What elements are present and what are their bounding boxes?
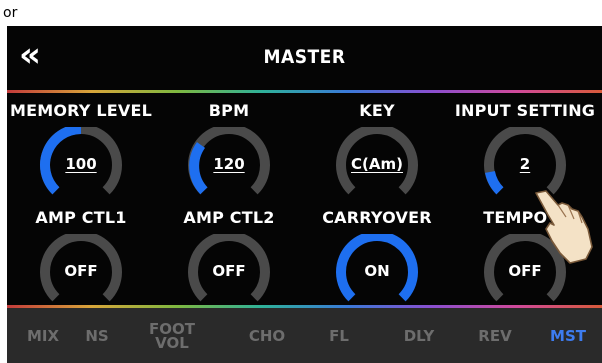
param-value: 2 — [519, 155, 531, 173]
param-value: 100 — [65, 155, 97, 173]
master-screen: « MASTER MEMORY LEVEL 100 BPM 120 KEY C(… — [7, 26, 602, 363]
rainbow-divider-top — [7, 90, 602, 93]
nav-item-dly[interactable]: DLY — [389, 308, 449, 363]
nav-item-rev[interactable]: REV — [465, 308, 525, 363]
param-label: AMP CTL2 — [183, 208, 275, 227]
param-memory-level[interactable]: MEMORY LEVEL 100 — [7, 101, 155, 209]
param-label: KEY — [359, 101, 395, 120]
param-bpm[interactable]: BPM 120 — [155, 101, 303, 209]
param-value: ON — [364, 262, 390, 280]
caption-text: or — [3, 5, 18, 21]
param-label: CARRYOVER — [322, 208, 432, 227]
effect-nav-bar: MIX NS FOOT VOL CHO FL DLY REV MST — [7, 308, 602, 363]
knob-fill — [485, 170, 504, 195]
param-value: 120 — [213, 155, 245, 173]
nav-item-ns[interactable]: NS — [71, 308, 123, 363]
param-value: OFF — [212, 262, 246, 280]
param-label: MEMORY LEVEL — [9, 101, 152, 120]
nav-item-foot-vol-line2: VOL — [155, 333, 189, 352]
nav-item-mix[interactable]: MIX — [10, 308, 76, 363]
param-label: BPM — [208, 101, 250, 120]
nav-item-mst[interactable]: MST — [538, 308, 598, 363]
param-label: INPUT SETTING — [454, 101, 596, 120]
param-amp-ctl1[interactable]: AMP CTL1 OFF — [7, 208, 155, 316]
param-carryover[interactable]: CARRYOVER ON — [303, 208, 451, 316]
param-label: AMP CTL1 — [35, 208, 127, 227]
param-value: OFF — [64, 262, 98, 280]
nav-item-fl[interactable]: FL — [313, 308, 365, 363]
param-amp-ctl2[interactable]: AMP CTL2 OFF — [155, 208, 303, 316]
page-title: MASTER — [263, 46, 346, 68]
header-bar: « MASTER — [7, 26, 602, 90]
nav-item-cho[interactable]: CHO — [237, 308, 297, 363]
param-key[interactable]: KEY C(Am) — [303, 101, 451, 209]
nav-item-foot-vol[interactable]: FOOT VOL — [147, 308, 197, 363]
hand-shape — [535, 190, 593, 264]
pointing-hand-icon — [535, 190, 593, 264]
param-value: C(Am) — [351, 155, 403, 173]
